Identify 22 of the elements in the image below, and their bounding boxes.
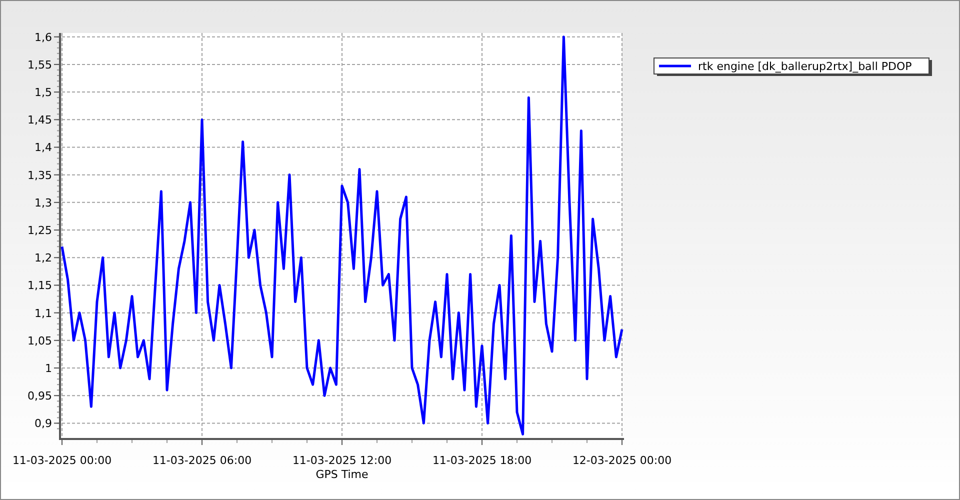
legend-label: rtk engine [dk_ballerup2rtx]_ball PDOP [698,60,912,73]
y-tick-label: 0,95 [28,390,52,403]
y-tick-label: 1,45 [28,114,52,127]
y-tick-label: 1,05 [28,334,52,348]
y-tick-label: 1,1 [34,306,52,320]
x-tick-label: 12-03-2025 00:00 [572,454,672,467]
y-tick-label: 1,25 [28,224,52,238]
y-tick-label: 1,55 [28,58,52,72]
y-tick-label: 0,9 [34,417,52,430]
y-tick-label: 1 [45,362,52,375]
y-tick-label: 1,3 [34,196,52,210]
y-tick-label: 1,5 [34,86,52,100]
x-axis-title: GPS Time [316,468,368,481]
y-tick-label: 1,15 [28,279,52,292]
x-tick-label: 11-03-2025 06:00 [152,454,252,467]
y-tick-label: 1,2 [34,252,52,265]
x-tick-label: 11-03-2025 12:00 [292,454,392,467]
x-tick-label: 11-03-2025 00:00 [12,454,112,467]
y-tick-label: 1,6 [34,30,52,44]
y-tick-label: 1,35 [28,168,52,182]
x-tick-label: 11-03-2025 18:00 [432,454,532,467]
y-tick-label: 1,4 [34,141,52,154]
